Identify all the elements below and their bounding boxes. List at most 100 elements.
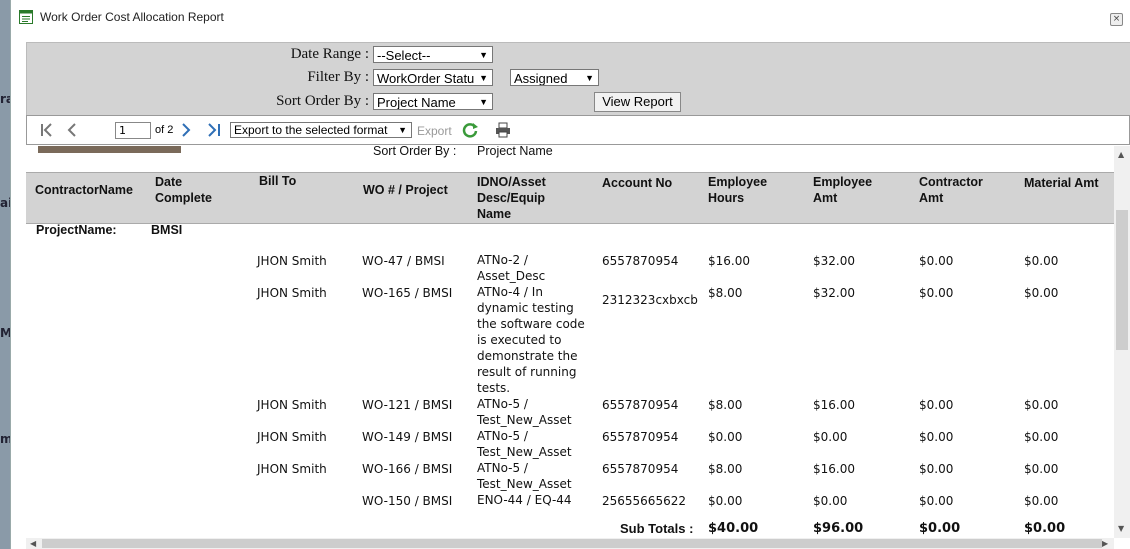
subtotal-contr-amt: $0.00 [919, 521, 961, 536]
cell-asset: ATNo-4 / In dynamic testing the software… [477, 285, 585, 395]
filter-panel: Date Range : --Select-- ▼ Filter By : Wor… [26, 42, 1130, 116]
prev-page-icon[interactable] [65, 122, 79, 138]
cell-mat-amt: $0.00 [1024, 286, 1059, 300]
dropdown-arrow-icon: ▼ [398, 125, 407, 135]
col-employee-amt: Employee Amt [813, 175, 873, 205]
cell-contr-amt: $0.00 [919, 430, 954, 444]
col-employee-hours: Employee Hours [708, 175, 768, 205]
scroll-right-icon[interactable]: ▶ [1102, 539, 1108, 548]
cell-mat-amt: $0.00 [1024, 494, 1059, 508]
cell-hours: $0.00 [708, 430, 743, 444]
table-header: ContractorName Date Complete Bill To WO … [26, 172, 1114, 224]
cell-wo: WO-121 / BMSI [362, 398, 453, 412]
sort-order-label: Sort Order By : [276, 93, 369, 109]
group-value: BMSI [151, 223, 183, 237]
cell-emp-amt: $0.00 [813, 430, 848, 444]
col-account-no: Account No [602, 176, 673, 190]
cell-hours: $8.00 [708, 398, 743, 412]
subtotal-label: Sub Totals : [620, 521, 694, 536]
sort-order-value: Project Name [377, 95, 456, 110]
window-title: Work Order Cost Allocation Report [40, 10, 224, 24]
date-range-select[interactable]: --Select-- ▼ [373, 46, 493, 63]
close-icon[interactable]: × [1110, 13, 1123, 26]
cell-mat-amt: $0.00 [1024, 430, 1059, 444]
cell-emp-amt: $16.00 [813, 398, 855, 412]
cell-hours: $0.00 [708, 494, 743, 508]
sort-order-caption: Sort Order By : [373, 146, 457, 158]
cell-bill-to: JHON Smith [257, 398, 327, 412]
cell-contr-amt: $0.00 [919, 398, 954, 412]
cell-account: 6557870954 [602, 398, 679, 412]
cell-contr-amt: $0.00 [919, 254, 954, 268]
cell-wo: WO-166 / BMSI [362, 462, 453, 476]
dropdown-arrow-icon: ▼ [479, 50, 488, 60]
vertical-scroll-thumb[interactable] [1116, 210, 1128, 350]
report-icon [19, 10, 33, 24]
cell-emp-amt: $32.00 [813, 254, 855, 268]
export-format-value: Export to the selected format [234, 123, 388, 137]
title-bar: Work Order Cost Allocation Report × [11, 0, 1130, 34]
group-label: ProjectName: [36, 223, 117, 237]
last-page-icon[interactable] [205, 122, 223, 138]
refresh-icon[interactable] [461, 121, 479, 139]
scroll-down-icon[interactable]: ▼ [1118, 524, 1124, 533]
status-select[interactable]: Assigned ▼ [510, 69, 599, 86]
cell-asset: ATNo-5 / Test_New_Asset [477, 461, 572, 491]
cell-mat-amt: $0.00 [1024, 462, 1059, 476]
subtotal-emp-amt: $96.00 [813, 521, 864, 536]
cell-asset: ENO-44 / EQ-44 [477, 493, 572, 507]
col-wo-project: WO # / Project [363, 183, 448, 197]
cell-wo: WO-149 / BMSI [362, 430, 453, 444]
vertical-scrollbar[interactable]: ▲ ▼ [1114, 146, 1130, 538]
cell-account: 6557870954 [602, 430, 679, 444]
cell-wo: WO-47 / BMSI [362, 254, 445, 268]
cell-wo: WO-150 / BMSI [362, 494, 453, 508]
sort-order-caption-value: Project Name [477, 146, 553, 158]
next-page-icon[interactable] [179, 122, 193, 138]
horizontal-scrollbar[interactable]: ◀ ▶ [26, 538, 1114, 549]
report-content: Sort Order By : Project Name ContractorN… [26, 146, 1114, 538]
cell-account: 6557870954 [602, 254, 679, 268]
report-dialog: Work Order Cost Allocation Report × Date… [10, 0, 1130, 549]
col-asset: IDNO/Asset Desc/Equip Name [477, 175, 546, 221]
cell-wo: WO-165 / BMSI [362, 286, 453, 300]
scroll-up-icon[interactable]: ▲ [1118, 150, 1124, 159]
cell-hours: $16.00 [708, 254, 750, 268]
cell-bill-to: JHON Smith [257, 462, 327, 476]
cell-contr-amt: $0.00 [919, 462, 954, 476]
cell-contr-amt: $0.00 [919, 286, 954, 300]
page-total-label: of 2 [155, 124, 174, 136]
cell-account: 6557870954 [602, 462, 679, 476]
first-page-icon[interactable] [39, 122, 55, 138]
report-logo-image [38, 146, 181, 153]
date-range-label: Date Range : [290, 46, 369, 62]
col-contractor-amt: Contractor Amt [919, 175, 983, 205]
page-number-input[interactable]: 1 [115, 122, 151, 139]
filter-by-value: WorkOrder Statu [377, 71, 475, 86]
scroll-left-icon[interactable]: ◀ [30, 539, 36, 548]
dropdown-arrow-icon: ▼ [585, 73, 594, 83]
cell-emp-amt: $0.00 [813, 494, 848, 508]
cell-bill-to: JHON Smith [257, 286, 327, 300]
view-report-button[interactable]: View Report [594, 92, 681, 112]
cell-hours: $8.00 [708, 462, 743, 476]
col-material-amt: Material Amt [1024, 176, 1099, 190]
col-contractor-name: ContractorName [35, 183, 133, 197]
export-link[interactable]: Export [417, 124, 452, 138]
horizontal-scroll-thumb[interactable] [42, 539, 1102, 548]
dropdown-arrow-icon: ▼ [479, 73, 488, 83]
col-date-complete: Date Complete [155, 175, 212, 205]
filter-by-select[interactable]: WorkOrder Statu ▼ [373, 69, 493, 86]
cell-asset: ATNo-5 / Test_New_Asset [477, 397, 572, 427]
subtotal-mat-amt: $0.00 [1024, 521, 1066, 536]
status-value: Assigned [514, 71, 568, 86]
date-range-value: --Select-- [377, 48, 431, 63]
sort-order-select[interactable]: Project Name ▼ [373, 93, 493, 110]
cell-bill-to: JHON Smith [257, 430, 327, 444]
print-icon[interactable] [495, 122, 511, 138]
cell-mat-amt: $0.00 [1024, 254, 1059, 268]
cell-hours: $8.00 [708, 286, 743, 300]
cell-account: 25655665622 [602, 494, 686, 508]
cell-account: 2312323cxbxcb [602, 293, 698, 307]
export-format-select[interactable]: Export to the selected format ▼ [230, 122, 412, 138]
